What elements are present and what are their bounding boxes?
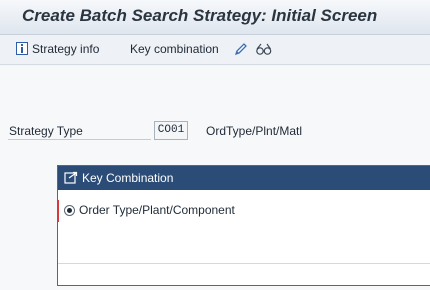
strategy-info-button[interactable]: Strategy info [16,42,99,56]
radio-selected-dot [67,208,72,213]
label-underline [8,139,151,140]
strategy-type-label: Strategy Type [9,124,83,138]
application-toolbar: Strategy info Key combination [0,35,430,65]
key-combination-label: Key combination [130,42,219,56]
strategy-type-input[interactable]: CO01 [154,121,188,140]
radio-label: Order Type/Plant/Component [79,203,235,217]
dialog-header[interactable]: Key Combination [58,166,430,190]
info-icon [16,42,28,55]
key-combination-dialog: Key Combination Order Type/Plant/Compone… [57,165,430,286]
title-bar: Create Batch Search Strategy: Initial Sc… [0,0,430,35]
strategy-info-label: Strategy info [32,42,100,56]
glasses-icon[interactable] [255,42,273,56]
strategy-type-description: OrdType/Plnt/Matl [206,124,303,138]
radio-button[interactable] [64,205,75,216]
dialog-window-icon [64,171,78,184]
pencil-icon[interactable] [233,41,249,57]
focus-marker [57,200,60,222]
dialog-title: Key Combination [82,171,174,185]
dialog-footer-divider [58,263,430,264]
key-combination-button[interactable]: Key combination [130,42,219,56]
page-title: Create Batch Search Strategy: Initial Sc… [22,6,378,25]
sap-screen: Create Batch Search Strategy: Initial Sc… [0,0,430,290]
